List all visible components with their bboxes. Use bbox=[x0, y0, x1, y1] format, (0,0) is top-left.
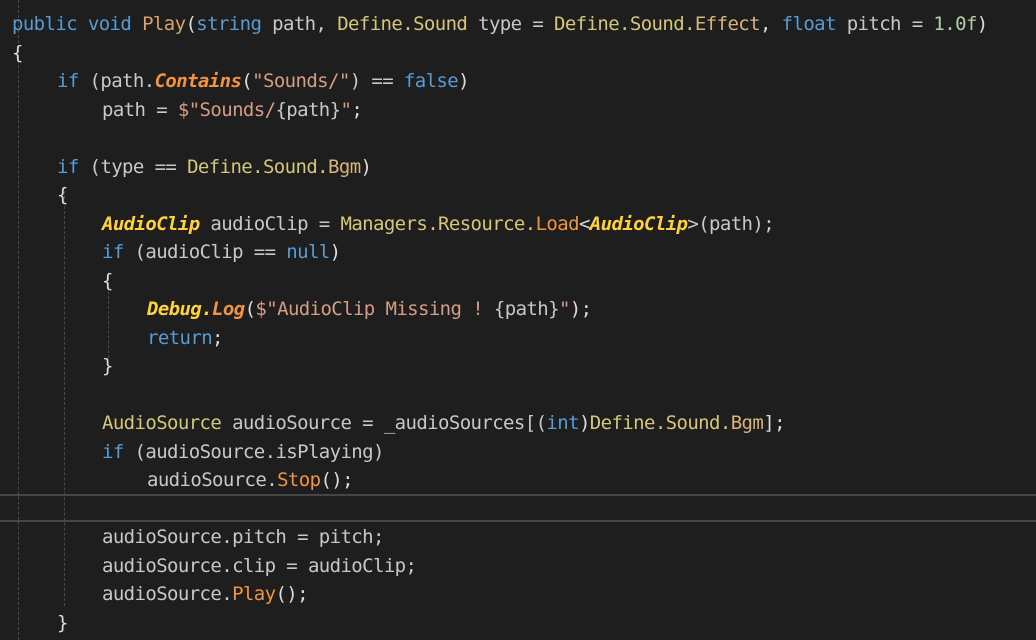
code-line[interactable]: } bbox=[0, 352, 1036, 381]
code-line[interactable]: { bbox=[0, 267, 1036, 296]
code-token: { bbox=[102, 269, 113, 292]
code-token: (audioClip == bbox=[134, 241, 287, 263]
code-token: (path. bbox=[89, 70, 156, 92]
code-token: 1.0f bbox=[933, 13, 977, 35]
code-token: pitch = bbox=[846, 13, 934, 35]
code-token: path = bbox=[102, 98, 178, 121]
code-token: return bbox=[147, 326, 213, 349]
code-editor[interactable]: public void Play(string path, Define.Sou… bbox=[0, 0, 1036, 640]
code-token: ) bbox=[329, 241, 341, 263]
code-token: ; bbox=[351, 98, 363, 121]
code-token: $"Sounds/ bbox=[177, 98, 276, 121]
code-line[interactable]: if (path.Contains("Sounds/") == false) bbox=[0, 67, 1036, 96]
code-token: Load bbox=[535, 212, 580, 235]
code-token: (); bbox=[275, 583, 308, 605]
code-token: " bbox=[558, 298, 570, 320]
code-token: audioSource.clip = audioClip; bbox=[102, 554, 417, 577]
code-token: Define.Sound. bbox=[589, 412, 732, 434]
code-token: Define.Sound. bbox=[554, 13, 696, 35]
code-token: float bbox=[781, 13, 847, 35]
code-token: ]; bbox=[763, 412, 785, 434]
code-token: Stop bbox=[277, 469, 321, 491]
code-line[interactable] bbox=[0, 124, 1036, 153]
code-token: ( bbox=[241, 70, 253, 92]
code-token: "Sounds/" bbox=[252, 70, 350, 92]
code-token: audioClip = bbox=[199, 212, 341, 235]
code-line[interactable]: path = $"Sounds/{path}"; bbox=[0, 96, 1036, 125]
code-line[interactable]: audioSource.Play(); bbox=[0, 580, 1036, 609]
code-token: " bbox=[340, 98, 352, 121]
code-token: if bbox=[57, 70, 90, 92]
code-token: ) bbox=[360, 155, 372, 178]
code-line[interactable]: { bbox=[0, 181, 1036, 210]
code-token: AudioSource bbox=[102, 412, 222, 434]
code-token: if bbox=[102, 241, 135, 263]
code-line[interactable]: AudioClip audioClip = Managers.Resource.… bbox=[0, 210, 1036, 239]
code-token: { bbox=[12, 41, 23, 64]
code-line[interactable]: if (audioSource.isPlaying) bbox=[0, 438, 1036, 467]
code-token: < bbox=[578, 212, 590, 235]
code-token: ) == bbox=[349, 70, 404, 92]
code-token: {path} bbox=[493, 298, 560, 320]
code-line[interactable]: public void Play(string path, Define.Sou… bbox=[0, 10, 1036, 39]
code-line[interactable] bbox=[0, 381, 1036, 410]
code-token: Debug. bbox=[147, 298, 213, 320]
code-token: (type == bbox=[89, 155, 188, 178]
code-token: path, bbox=[272, 13, 338, 35]
code-token: string bbox=[196, 13, 273, 35]
code-token: } bbox=[57, 611, 68, 634]
code-line[interactable]: Debug.Log($"AudioClip Missing ! {path}")… bbox=[0, 295, 1036, 324]
code-token: ( bbox=[185, 13, 197, 35]
code-token: Play bbox=[232, 583, 276, 605]
code-token: ) bbox=[458, 70, 469, 92]
code-token: if bbox=[57, 155, 90, 178]
code-token: public bbox=[12, 13, 88, 35]
code-token: Define.Sound. bbox=[187, 155, 329, 178]
code-token: AudioClip bbox=[589, 212, 688, 235]
code-token: {path} bbox=[275, 98, 341, 121]
code-line[interactable]: AudioSource audioSource = _audioSources[… bbox=[0, 409, 1036, 438]
code-token: ) bbox=[578, 412, 590, 434]
code-token: false bbox=[403, 70, 459, 92]
code-line-current[interactable] bbox=[0, 495, 1036, 524]
code-token: if bbox=[102, 440, 135, 463]
code-token: audioSource.pitch = pitch; bbox=[102, 526, 384, 548]
code-token: (); bbox=[320, 469, 353, 491]
code-token: Contains bbox=[154, 70, 242, 92]
code-token: null bbox=[286, 241, 330, 263]
code-token: AudioClip bbox=[102, 212, 200, 235]
code-token: audioSource. bbox=[147, 469, 278, 491]
code-token: Play bbox=[142, 13, 186, 35]
code-line[interactable]: { bbox=[0, 39, 1036, 68]
code-line[interactable]: } bbox=[0, 609, 1036, 638]
code-token: Define.Sound bbox=[337, 13, 479, 35]
code-token: $"AudioClip Missing ! bbox=[255, 298, 494, 320]
code-token: type = bbox=[478, 13, 554, 35]
code-line[interactable]: if (audioClip == null) bbox=[0, 238, 1036, 267]
code-token: audioSource. bbox=[102, 583, 233, 605]
code-token: ) bbox=[976, 13, 988, 35]
code-line[interactable]: audioSource.clip = audioClip; bbox=[0, 552, 1036, 581]
code-token: int bbox=[546, 412, 579, 434]
code-token: ; bbox=[212, 326, 223, 349]
code-token: Bgm bbox=[730, 412, 764, 434]
code-line[interactable]: return; bbox=[0, 324, 1036, 353]
code-token: Log bbox=[212, 298, 245, 320]
code-token: ( bbox=[244, 298, 256, 320]
code-token: Managers.Resource. bbox=[340, 212, 536, 235]
code-token: ); bbox=[569, 298, 592, 320]
code-token: { bbox=[57, 184, 68, 206]
code-token: void bbox=[87, 13, 143, 35]
code-line[interactable]: audioSource.Stop(); bbox=[0, 466, 1036, 495]
code-token: (audioSource.isPlaying) bbox=[134, 440, 385, 463]
code-line[interactable]: if (type == Define.Sound.Bgm) bbox=[0, 153, 1036, 182]
code-token: } bbox=[102, 355, 113, 377]
code-line[interactable]: audioSource.pitch = pitch; bbox=[0, 523, 1036, 552]
code-token: >(path); bbox=[687, 212, 775, 235]
code-token: Effect bbox=[694, 13, 761, 35]
code-token: audioSource = _audioSources[( bbox=[221, 412, 547, 434]
code-token: Bgm bbox=[328, 155, 361, 178]
code-token: , bbox=[759, 13, 782, 35]
